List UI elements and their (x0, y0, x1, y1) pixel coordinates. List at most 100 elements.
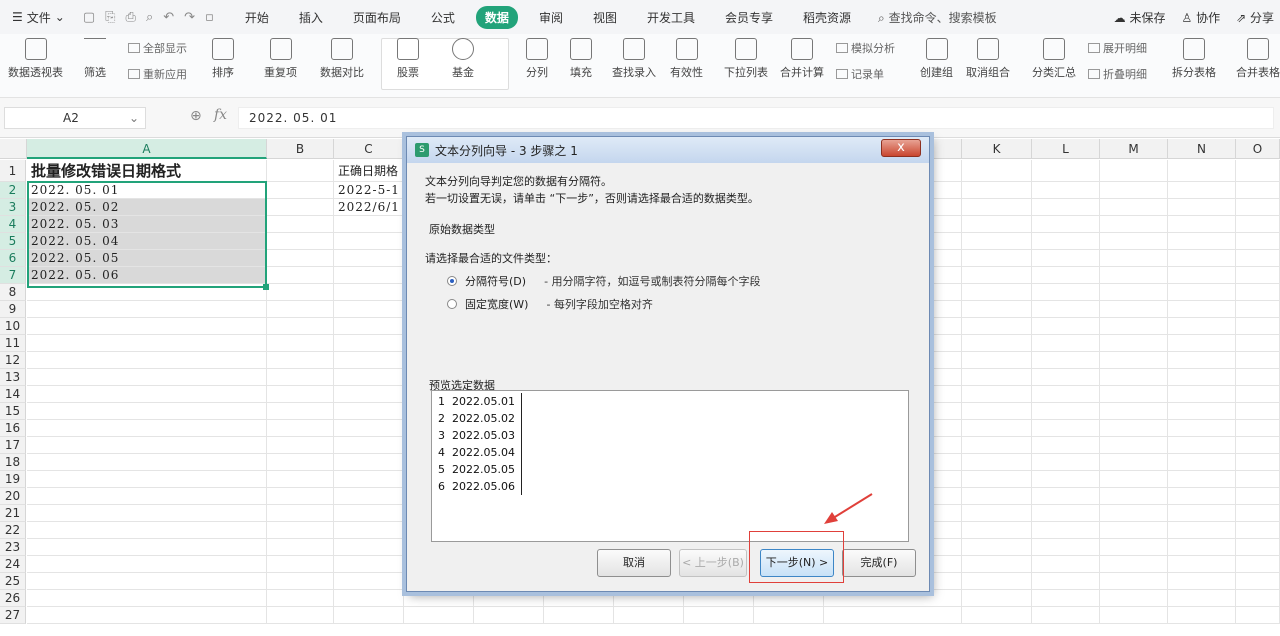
cell-b18[interactable] (267, 454, 334, 471)
tab-5[interactable]: 审阅 (530, 6, 572, 29)
row-header-19[interactable]: 19 (0, 471, 26, 488)
cell-m12[interactable] (1100, 352, 1168, 369)
cell-m8[interactable] (1100, 284, 1168, 301)
cell-m11[interactable] (1100, 335, 1168, 352)
cell-a1[interactable]: 批量修改错误日期格式 (27, 160, 267, 182)
cell-b20[interactable] (267, 488, 334, 505)
cell-c12[interactable] (334, 352, 404, 369)
data-preview[interactable]: 1 2022.05.01 2 2022.05.02 3 2022.05.03 4 2022.0… (431, 390, 909, 542)
what-if-button[interactable]: 模拟分析 (836, 40, 895, 56)
cell-c16[interactable] (334, 420, 404, 437)
cell-b10[interactable] (267, 318, 334, 335)
cell-k27[interactable] (962, 607, 1032, 624)
cell-b24[interactable] (267, 556, 334, 573)
cell-k23[interactable] (962, 539, 1032, 556)
cell-a7[interactable]: 2022. 05. 06 (27, 267, 267, 284)
cell-m10[interactable] (1100, 318, 1168, 335)
cell-n16[interactable] (1168, 420, 1236, 437)
column-header-m[interactable]: M (1100, 139, 1168, 159)
cell-k22[interactable] (962, 522, 1032, 539)
cell-n6[interactable] (1168, 250, 1236, 267)
cell-m27[interactable] (1100, 607, 1168, 624)
cell-m22[interactable] (1100, 522, 1168, 539)
cell-k14[interactable] (962, 386, 1032, 403)
cell-n11[interactable] (1168, 335, 1236, 352)
cell-l9[interactable] (1032, 301, 1100, 318)
cell-l1[interactable] (1032, 160, 1100, 182)
cell-l11[interactable] (1032, 335, 1100, 352)
row-header-13[interactable]: 13 (0, 369, 26, 386)
column-header-b[interactable]: B (267, 139, 334, 159)
collapse-detail-button[interactable]: 折叠明细 (1088, 66, 1147, 82)
cell-c13[interactable] (334, 369, 404, 386)
cell-c11[interactable] (334, 335, 404, 352)
cell-k8[interactable] (962, 284, 1032, 301)
cell-a19[interactable] (27, 471, 267, 488)
cell-m9[interactable] (1100, 301, 1168, 318)
cell-n2[interactable] (1168, 182, 1236, 199)
dialog-titlebar[interactable]: S 文本分列向导 - 3 步骤之 1 x (407, 137, 929, 163)
cell-a17[interactable] (27, 437, 267, 454)
cell-m24[interactable] (1100, 556, 1168, 573)
cell-n26[interactable] (1168, 590, 1236, 607)
fixed-width-radio[interactable] (447, 299, 457, 309)
cell-l24[interactable] (1032, 556, 1100, 573)
cell-m16[interactable] (1100, 420, 1168, 437)
row-header-16[interactable]: 16 (0, 420, 26, 437)
cell-m19[interactable] (1100, 471, 1168, 488)
cell-o11[interactable] (1236, 335, 1280, 352)
cell-h27[interactable] (684, 607, 754, 624)
tab-9[interactable]: 稻壳资源 (794, 6, 860, 29)
merge-table-button[interactable]: 合并表格 (1236, 38, 1280, 80)
cell-b7[interactable] (267, 267, 334, 284)
cell-m7[interactable] (1100, 267, 1168, 284)
row-header-7[interactable]: 7 (0, 267, 26, 284)
cell-o19[interactable] (1236, 471, 1280, 488)
cell-b16[interactable] (267, 420, 334, 437)
cell-l4[interactable] (1032, 216, 1100, 233)
cell-o16[interactable] (1236, 420, 1280, 437)
column-header-a[interactable]: A (27, 139, 267, 159)
cancel-button[interactable]: 取消 (597, 549, 671, 577)
create-group-button[interactable]: 创建组 (920, 38, 953, 80)
cell-l16[interactable] (1032, 420, 1100, 437)
lookup-entry-button[interactable]: 查找录入 (612, 38, 656, 80)
cell-c10[interactable] (334, 318, 404, 335)
cell-m4[interactable] (1100, 216, 1168, 233)
cell-l8[interactable] (1032, 284, 1100, 301)
unsaved-status[interactable]: ☁ 未保存 (1114, 9, 1166, 26)
cell-k12[interactable] (962, 352, 1032, 369)
cell-a14[interactable] (27, 386, 267, 403)
cell-o6[interactable] (1236, 250, 1280, 267)
dropdown-list-button[interactable]: 下拉列表 (724, 38, 768, 80)
cell-l3[interactable] (1032, 199, 1100, 216)
cell-l2[interactable] (1032, 182, 1100, 199)
cell-k16[interactable] (962, 420, 1032, 437)
cell-o13[interactable] (1236, 369, 1280, 386)
cell-a18[interactable] (27, 454, 267, 471)
row-header-18[interactable]: 18 (0, 454, 26, 471)
cell-c24[interactable] (334, 556, 404, 573)
cell-b3[interactable] (267, 199, 334, 216)
cell-a8[interactable] (27, 284, 267, 301)
tab-4[interactable]: 数据 (475, 5, 518, 29)
cell-c25[interactable] (334, 573, 404, 590)
zoom-search-icon[interactable]: ⊕ (190, 108, 202, 124)
delimited-option[interactable]: 分隔符号(D) - 用分隔字符，如逗号或制表符分隔每个字段 (447, 273, 761, 289)
row-header-10[interactable]: 10 (0, 318, 26, 335)
filter-button[interactable]: 筛选 (84, 38, 106, 80)
cell-c18[interactable] (334, 454, 404, 471)
save-icon[interactable]: ▢ (83, 10, 95, 25)
next-step-button[interactable]: 下一步(N) > (760, 549, 834, 577)
cell-b26[interactable] (267, 590, 334, 607)
cell-f26[interactable] (544, 590, 614, 607)
previous-step-button[interactable]: < 上一步(B) (679, 549, 747, 577)
print-preview-icon[interactable]: ⌕ (146, 10, 153, 25)
customize-icon[interactable]: ▫ (205, 10, 214, 25)
cell-a20[interactable] (27, 488, 267, 505)
cell-l18[interactable] (1032, 454, 1100, 471)
cell-a11[interactable] (27, 335, 267, 352)
cell-j27[interactable] (824, 607, 962, 624)
cell-e27[interactable] (474, 607, 544, 624)
cell-n10[interactable] (1168, 318, 1236, 335)
